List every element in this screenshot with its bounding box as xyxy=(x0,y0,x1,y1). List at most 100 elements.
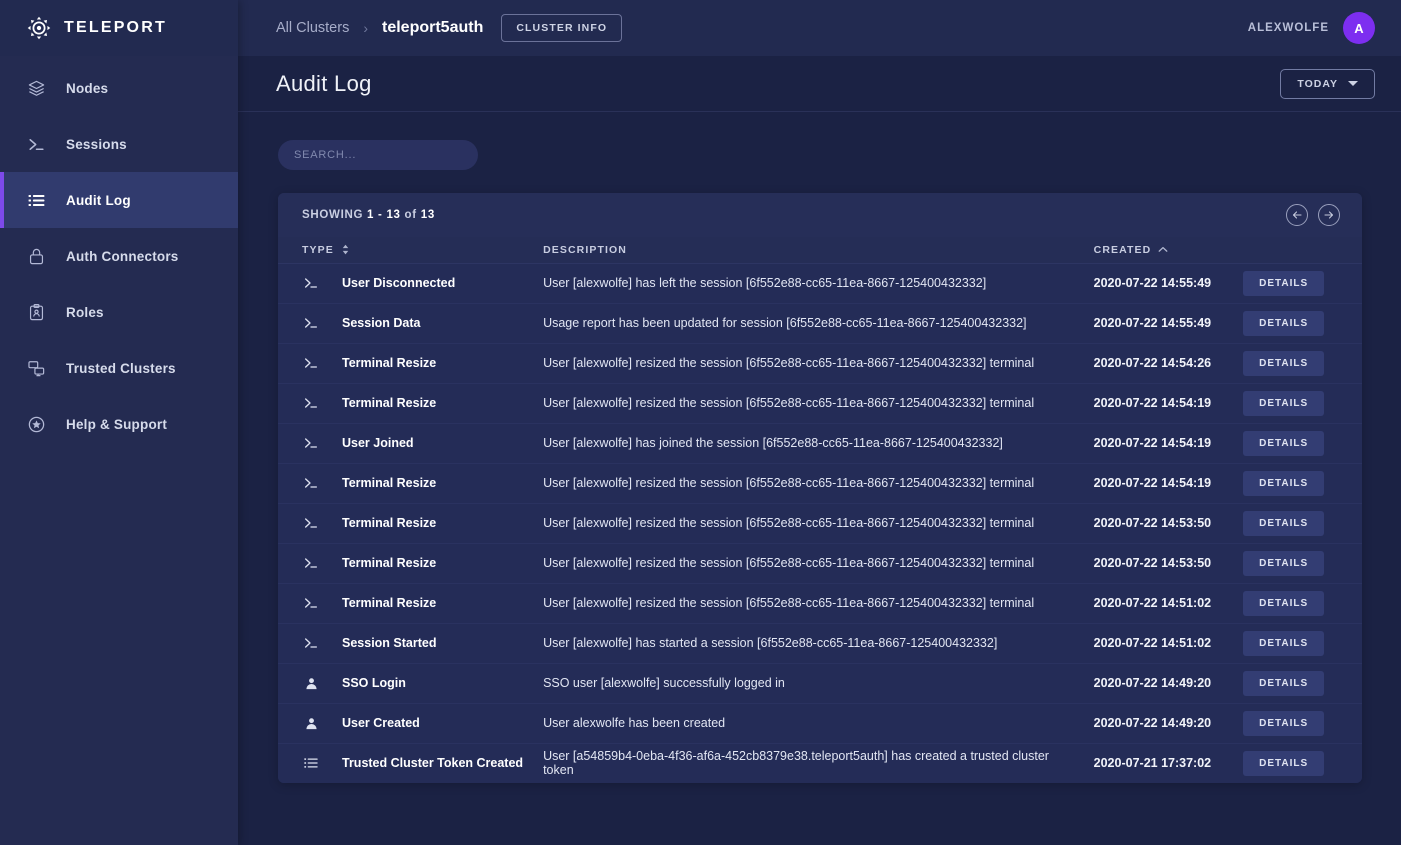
date-range-dropdown[interactable]: TODAY xyxy=(1280,69,1375,99)
cell-description: User alexwolfe has been created xyxy=(533,703,1084,743)
cell-actions: DETAILS xyxy=(1233,303,1362,343)
cell-type: Session Started xyxy=(278,623,533,663)
layers-icon xyxy=(26,78,46,98)
details-button[interactable]: DETAILS xyxy=(1243,431,1324,456)
cell-created: 2020-07-22 14:51:02 xyxy=(1084,623,1233,663)
event-type-label: Terminal Resize xyxy=(342,476,436,490)
cell-description: User [alexwolfe] has started a session [… xyxy=(533,623,1084,663)
sort-ascending-icon xyxy=(1158,246,1168,253)
cell-created: 2020-07-22 14:55:49 xyxy=(1084,263,1233,303)
details-button[interactable]: DETAILS xyxy=(1243,711,1324,736)
cell-created: 2020-07-22 14:53:50 xyxy=(1084,543,1233,583)
event-type-label: User Joined xyxy=(342,436,414,450)
chevron-right-icon: › xyxy=(363,20,368,36)
breadcrumb-current-cluster: teleport5auth xyxy=(382,19,483,37)
column-label-created: CREATED xyxy=(1094,244,1152,256)
page-title: Audit Log xyxy=(276,71,372,97)
details-button[interactable]: DETAILS xyxy=(1243,631,1324,656)
details-button[interactable]: DETAILS xyxy=(1243,391,1324,416)
audit-log-page: TELEPORT Nodes xyxy=(0,0,1401,845)
sidebar-item-label: Audit Log xyxy=(66,193,131,208)
cell-created: 2020-07-22 14:55:49 xyxy=(1084,303,1233,343)
table-row: Terminal ResizeUser [alexwolfe] resized … xyxy=(278,343,1362,383)
arrow-left-icon[interactable] xyxy=(1286,204,1308,226)
topbar-user-area: ALEXWOLFE A xyxy=(1248,12,1375,44)
cell-type: Session Data xyxy=(278,303,533,343)
sidebar-item-audit-log[interactable]: Audit Log xyxy=(0,172,238,228)
topbar: All Clusters › teleport5auth CLUSTER INF… xyxy=(238,0,1401,56)
table-row: Session StartedUser [alexwolfe] has star… xyxy=(278,623,1362,663)
column-label-type: TYPE xyxy=(302,244,334,256)
sidebar-item-nodes[interactable]: Nodes xyxy=(0,60,238,116)
sidebar-item-sessions[interactable]: Sessions xyxy=(0,116,238,172)
sidebar-item-trusted-clusters[interactable]: Trusted Clusters xyxy=(0,340,238,396)
showing-count: SHOWING 1 - 13 of 13 xyxy=(302,209,435,221)
details-button[interactable]: DETAILS xyxy=(1243,311,1324,336)
arrow-right-icon[interactable] xyxy=(1318,204,1340,226)
brand-name: TELEPORT xyxy=(64,19,167,37)
cell-description: User [alexwolfe] resized the session [6f… xyxy=(533,343,1084,383)
user-name-label: ALEXWOLFE xyxy=(1248,22,1329,34)
cell-description: User [a54859b4-0eba-4f36-af6a-452cb8379e… xyxy=(533,743,1084,783)
cell-description: User [alexwolfe] resized the session [6f… xyxy=(533,503,1084,543)
cell-created: 2020-07-22 14:54:19 xyxy=(1084,463,1233,503)
cell-created: 2020-07-22 14:49:20 xyxy=(1084,703,1233,743)
cell-created: 2020-07-22 14:51:02 xyxy=(1084,583,1233,623)
column-header-description[interactable]: DESCRIPTION xyxy=(533,237,1084,263)
cell-created: 2020-07-22 14:54:19 xyxy=(1084,383,1233,423)
cell-type: Terminal Resize xyxy=(278,543,533,583)
details-button[interactable]: DETAILS xyxy=(1243,511,1324,536)
avatar[interactable]: A xyxy=(1343,12,1375,44)
cell-actions: DETAILS xyxy=(1233,543,1362,583)
sidebar-item-roles[interactable]: Roles xyxy=(0,284,238,340)
cell-type: Terminal Resize xyxy=(278,383,533,423)
sidebar-item-help-support[interactable]: Help & Support xyxy=(0,396,238,452)
cell-actions: DETAILS xyxy=(1233,463,1362,503)
terminal-icon xyxy=(302,514,320,532)
sidebar-nav: Nodes Sessions xyxy=(0,56,238,452)
search-input[interactable] xyxy=(278,140,478,170)
cell-actions: DETAILS xyxy=(1233,343,1362,383)
terminal-icon xyxy=(302,394,320,412)
terminal-icon xyxy=(302,554,320,572)
user-icon xyxy=(302,674,320,692)
table-toolbar: SHOWING 1 - 13 of 13 xyxy=(278,193,1362,237)
cluster-info-button[interactable]: CLUSTER INFO xyxy=(501,14,622,42)
event-type-label: Terminal Resize xyxy=(342,516,436,530)
sidebar-item-label: Roles xyxy=(66,305,104,320)
cell-type: Terminal Resize xyxy=(278,343,533,383)
cell-description: User [alexwolfe] resized the session [6f… xyxy=(533,463,1084,503)
table-row: Trusted Cluster Token Created User [a5485… xyxy=(278,743,1362,783)
details-button[interactable]: DETAILS xyxy=(1243,751,1324,776)
table-body: User DisconnectedUser [alexwolfe] has le… xyxy=(278,263,1362,783)
details-button[interactable]: DETAILS xyxy=(1243,671,1324,696)
details-button[interactable]: DETAILS xyxy=(1243,351,1324,376)
sidebar-item-auth-connectors[interactable]: Auth Connectors xyxy=(0,228,238,284)
breadcrumb-all-clusters[interactable]: All Clusters xyxy=(276,20,349,36)
clipboard-user-icon xyxy=(26,302,46,322)
clusters-icon xyxy=(26,358,46,378)
cell-actions: DETAILS xyxy=(1233,383,1362,423)
cell-actions: DETAILS xyxy=(1233,703,1362,743)
column-header-type[interactable]: TYPE xyxy=(278,237,533,263)
cell-actions: DETAILS xyxy=(1233,423,1362,463)
showing-total: 13 xyxy=(421,209,435,221)
cell-actions: DETAILS xyxy=(1233,663,1362,703)
details-button[interactable]: DETAILS xyxy=(1243,551,1324,576)
table-row: Terminal Resize User [alexwolfe] resized … xyxy=(278,503,1362,543)
event-type-label: Session Data xyxy=(342,316,421,330)
event-type-label: Trusted Cluster Token Created xyxy=(342,756,523,770)
details-button[interactable]: DETAILS xyxy=(1243,471,1324,496)
cell-type: User Created xyxy=(278,703,533,743)
brand[interactable]: TELEPORT xyxy=(0,0,238,56)
details-button[interactable]: DETAILS xyxy=(1243,591,1324,616)
column-header-created[interactable]: CREATED xyxy=(1084,237,1233,263)
main-area: All Clusters › teleport5auth CLUSTER INF… xyxy=(238,0,1401,845)
terminal-icon xyxy=(302,354,320,372)
cell-type: SSO Login xyxy=(278,663,533,703)
cell-created: 2020-07-21 17:37:02 xyxy=(1084,743,1233,783)
showing-prefix: SHOWING xyxy=(302,209,363,221)
details-button[interactable]: DETAILS xyxy=(1243,271,1324,296)
cell-description: User [alexwolfe] resized the session [6f… xyxy=(533,383,1084,423)
column-label-description: DESCRIPTION xyxy=(543,244,627,256)
